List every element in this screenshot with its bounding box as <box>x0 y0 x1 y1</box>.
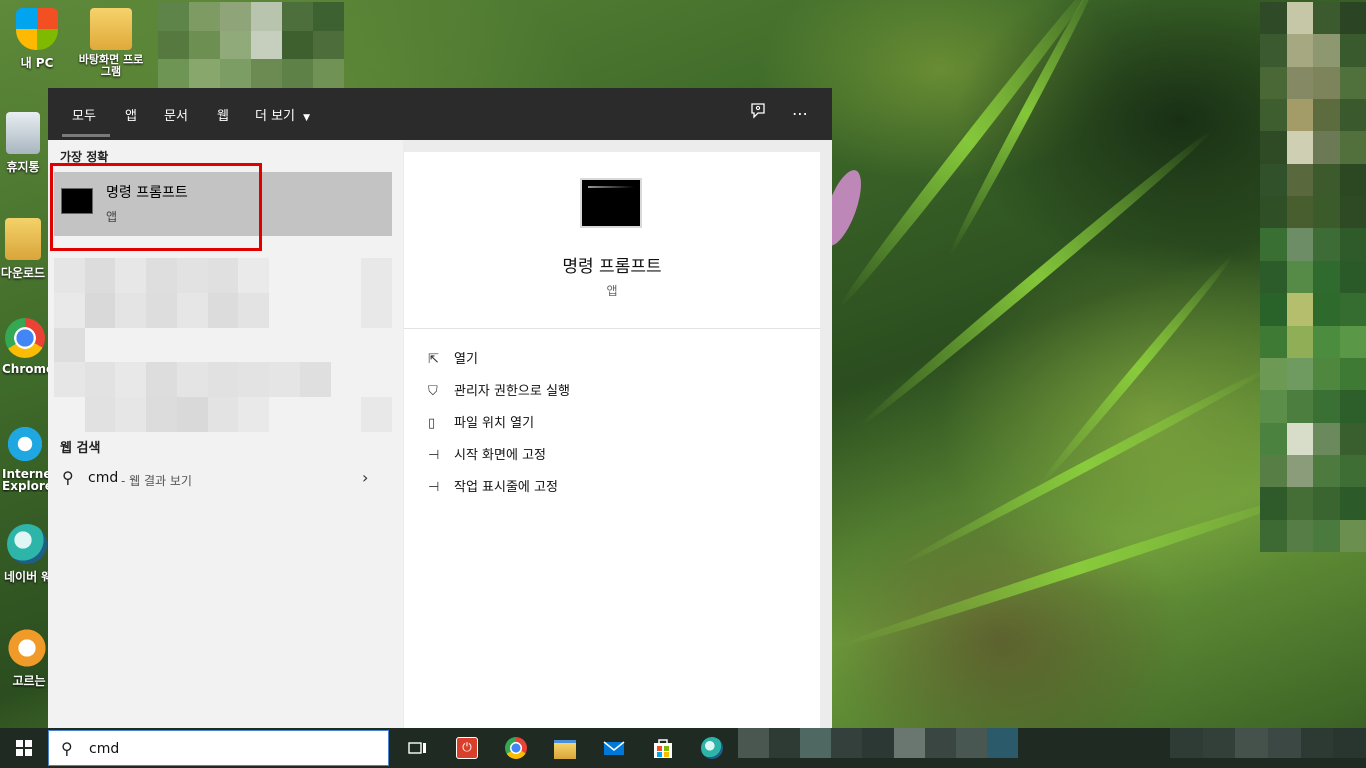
action-label: 시작 화면에 고정 <box>454 448 546 463</box>
action-label: 파일 위치 열기 <box>454 416 535 431</box>
taskbar: ⚲ ⏻ <box>0 728 1366 768</box>
action-open[interactable]: ⇱ 열기 <box>428 348 478 370</box>
store-icon[interactable] <box>649 734 677 762</box>
action-label: 열기 <box>454 352 478 367</box>
task-view-icon[interactable] <box>403 734 431 762</box>
desktop-icon-label: 내 PC <box>20 56 54 70</box>
shield-icon: ⛉ <box>428 384 438 399</box>
desktop-icon-label: 네이버 웨일 <box>4 570 54 584</box>
red-highlight-box <box>50 163 262 251</box>
action-label: 작업 표시줄에 고정 <box>454 480 558 495</box>
divider <box>404 328 820 329</box>
desktop-icon-programs[interactable]: 바탕화면 프로그램 <box>76 8 146 78</box>
pin-icon: ⊣ <box>428 480 440 495</box>
recycle-bin-icon <box>6 112 40 154</box>
preview-pane: 명령 프롬프트 앱 ⇱ 열기 ⛉ 관리자 권한으로 실행 ▯ 파일 위치 열기 ⊣ 시작… <box>403 140 832 728</box>
pixelated-region-right <box>1260 2 1366 552</box>
feedback-icon[interactable] <box>746 102 770 126</box>
search-icon: ⚲ <box>62 468 74 487</box>
action-pin-to-taskbar[interactable]: ⊣ 작업 표시줄에 고정 <box>428 476 558 498</box>
desktop-icon-label: 바탕화면 프로그램 <box>78 53 144 78</box>
tab-more-label: 더 보기 <box>255 109 296 124</box>
power-app-icon[interactable]: ⏻ <box>453 734 481 762</box>
desktop-icon-label: 고르는 <box>12 674 46 688</box>
pixelated-results <box>54 258 392 432</box>
active-tab-indicator <box>62 134 110 137</box>
file-explorer-icon[interactable] <box>551 734 579 762</box>
pc-shield-icon <box>16 8 58 50</box>
preview-title: 명령 프롬프트 <box>562 257 662 277</box>
pixelated-tray <box>1170 728 1366 758</box>
pixelated-region-top <box>158 2 344 88</box>
open-icon: ⇱ <box>428 352 439 367</box>
web-search-header: 웹 검색 <box>60 441 101 456</box>
action-run-as-admin[interactable]: ⛉ 관리자 권한으로 실행 <box>428 380 570 402</box>
tab-documents[interactable]: 문서 <box>164 105 188 124</box>
pin-icon: ⊣ <box>428 448 440 463</box>
preview-card: 명령 프롬프트 앱 ⇱ 열기 ⛉ 관리자 권한으로 실행 ▯ 파일 위치 열기 ⊣ 시작… <box>404 152 820 728</box>
tab-more[interactable]: 더 보기 ▼ <box>255 105 310 124</box>
tab-all[interactable]: 모두 <box>72 105 96 124</box>
tab-web[interactable]: 웹 <box>217 105 229 124</box>
web-search-suffix: - 웹 결과 보기 <box>121 474 192 488</box>
windows-logo-icon <box>16 740 32 756</box>
desktop-icon-label: Internet Explorer <box>2 468 52 492</box>
taskbar-search-box[interactable]: ⚲ <box>48 730 389 766</box>
search-tabs-bar: 모두 앱 문서 웹 더 보기 ▼ ⋯ <box>48 88 832 140</box>
chevron-right-icon[interactable]: › <box>362 468 368 487</box>
chrome-icon <box>5 318 45 358</box>
action-open-file-location[interactable]: ▯ 파일 위치 열기 <box>428 412 534 434</box>
pixelated-taskbar-apps <box>738 728 1018 758</box>
ie-icon <box>5 424 45 464</box>
search-icon: ⚲ <box>61 739 73 758</box>
web-search-query: cmd <box>88 470 119 486</box>
command-prompt-large-icon <box>580 178 642 228</box>
mail-icon[interactable] <box>600 734 628 762</box>
whale-icon <box>7 524 47 564</box>
action-label: 관리자 권한으로 실행 <box>454 384 570 399</box>
desktop-icon-this-pc[interactable]: 내 PC <box>2 8 72 71</box>
chevron-down-icon: ▼ <box>303 113 311 123</box>
search-input[interactable] <box>87 738 381 760</box>
preview-subtitle: 앱 <box>606 284 618 298</box>
chrome-icon[interactable] <box>502 734 530 762</box>
app-shortcut-icon <box>7 628 47 668</box>
folder-shortcut-icon <box>90 8 132 50</box>
folder-icon <box>5 218 41 260</box>
action-pin-to-start[interactable]: ⊣ 시작 화면에 고정 <box>428 444 546 466</box>
web-search-result[interactable]: ⚲ cmd - 웹 결과 보기 › <box>48 462 403 494</box>
desktop-icon-label: Chrome <box>2 362 52 376</box>
file-location-icon: ▯ <box>428 416 436 431</box>
best-match-row-extension[interactable] <box>266 172 392 236</box>
whale-icon[interactable] <box>698 734 726 762</box>
start-button[interactable] <box>0 728 48 768</box>
tab-apps[interactable]: 앱 <box>125 105 137 124</box>
more-options-icon[interactable]: ⋯ <box>788 102 812 126</box>
